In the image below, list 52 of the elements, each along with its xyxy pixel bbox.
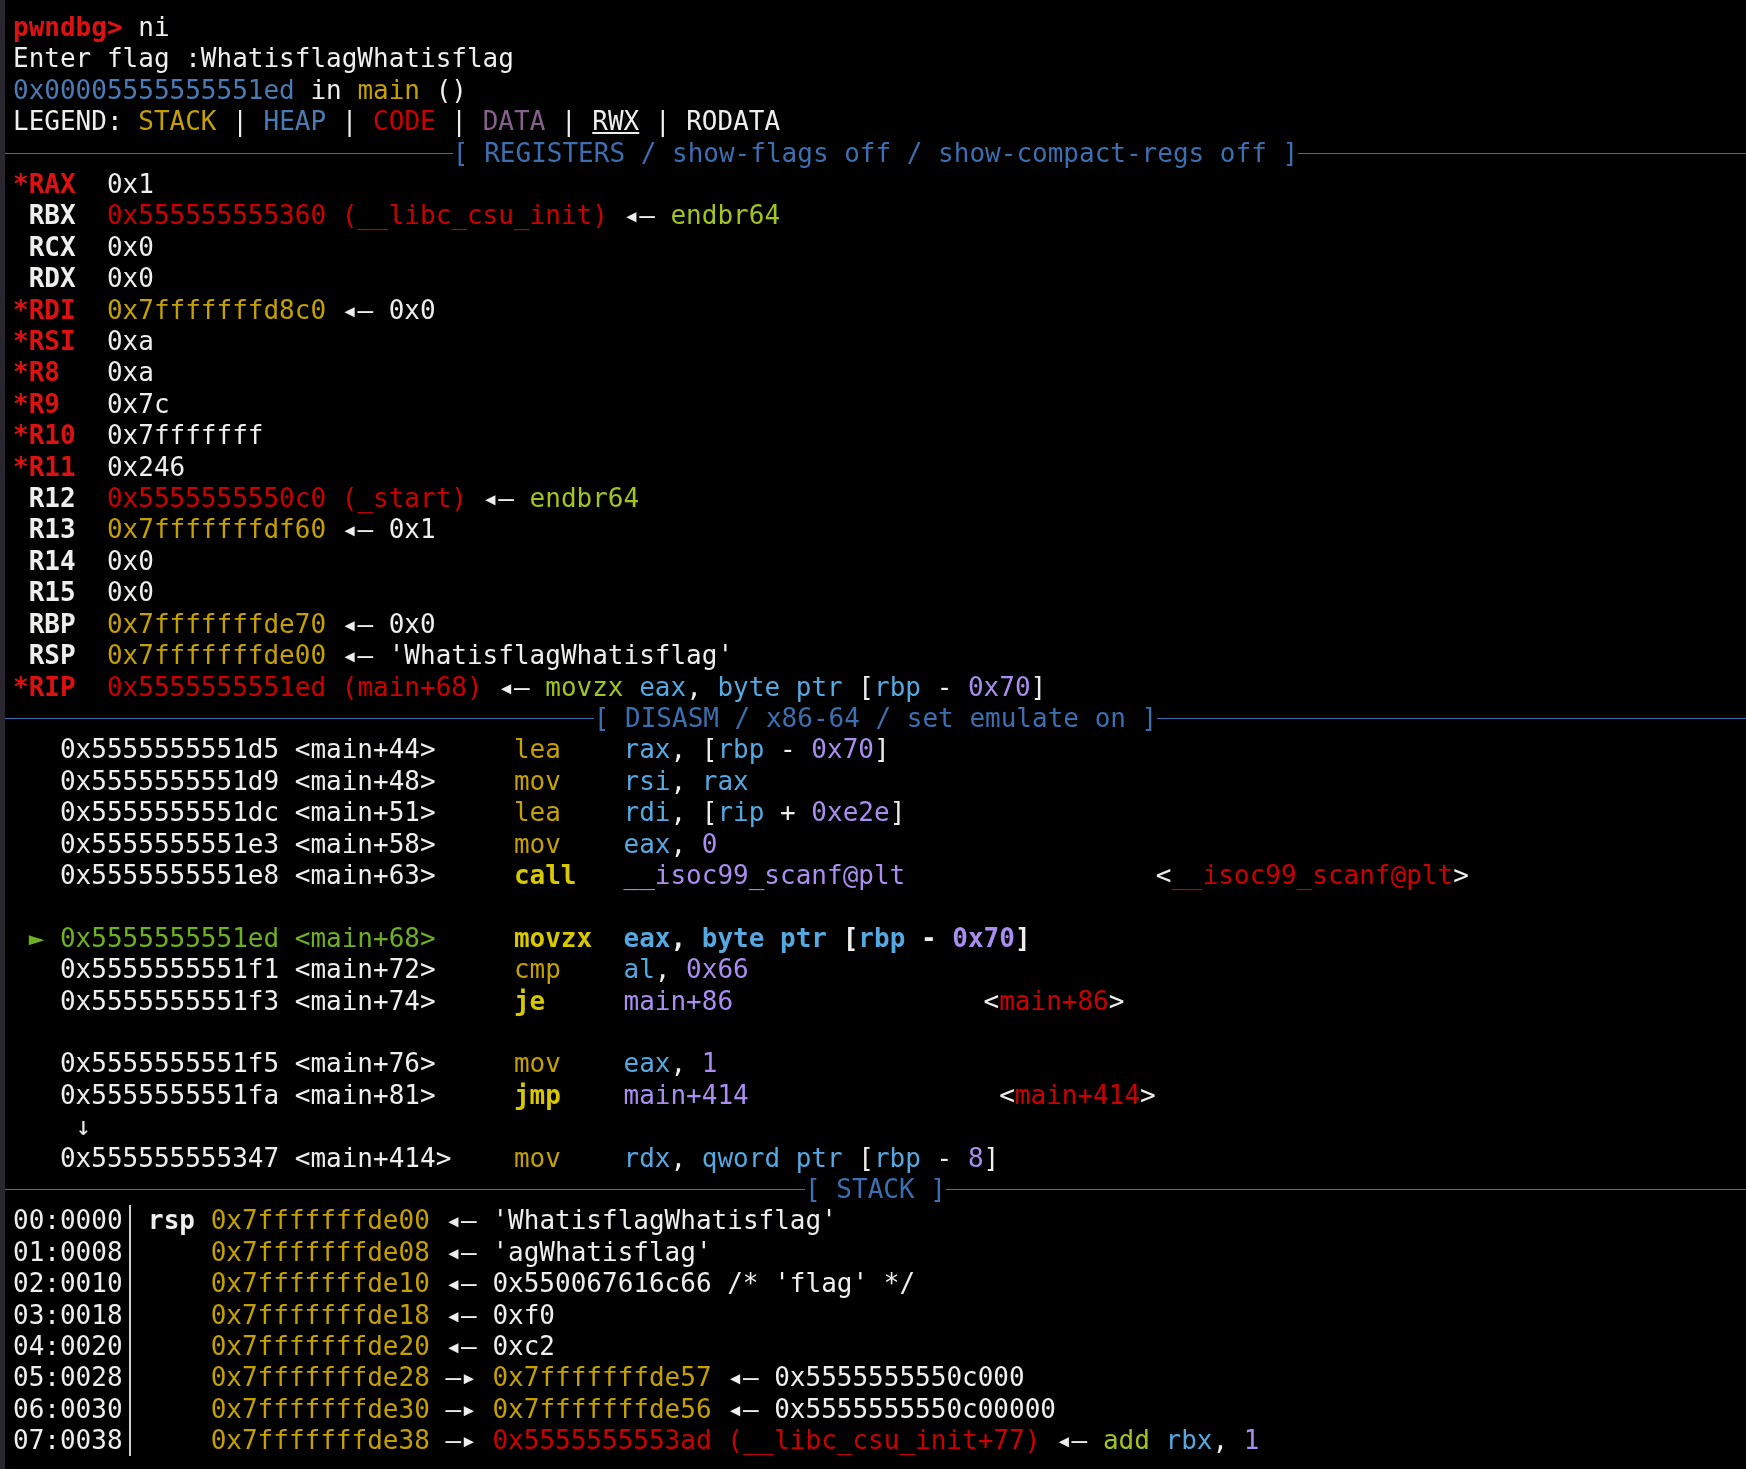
terminal-line: RDX 0x0 [27,263,154,295]
section-header: [ REGISTERS / show-flags off / show-compact-regs off ] [452,137,1299,170]
terminal-line: 0x7fffffffde30 —▸ 0x7fffffffde56 ◂— 0x5555555550c00000 [209,1393,1056,1426]
terminal-line: 0x5555555551f3 <main+74> je main+86 <main+86> [58,985,1125,1017]
terminal-line: 0x5555555551e3 <main+58> mov eax, 0 [58,828,718,860]
terminal-line: 0x5555555551fa <main+81> jmp main+414 <main+414> [58,1079,1156,1112]
terminal-line: 0x5555555551d9 <main+48> mov rsi, rax [58,765,749,798]
terminal-line: 0x7fffffffde08 ◂— 'agWhatisflag' [209,1236,712,1269]
terminal-line: 0x7fffffffde10 ◂— 0x550067616c66 /* 'flag' */ [209,1268,916,1300]
terminal-line: ↓ [74,1111,92,1143]
terminal-line: R14 0x0 [27,545,154,578]
terminal-line: 0x7fffffffde18 ◂— 0xf0 [209,1299,556,1331]
terminal-line: *R8 0xa [13,357,154,389]
terminal-line: rsp 0x7fffffffde00 ◂— 'WhatisflagWhatisflag' [147,1205,837,1237]
terminal-line: RBX 0x555555555360 (__libc_csu_init) ◂— endbr64 [27,200,781,232]
terminal-line: LEGEND: STACK | HEAP | CODE | DATA | RWX | RODATA [13,106,781,138]
terminal-line: *RSI 0xa [13,326,154,358]
terminal-line: 0x555555555347 <main+414> mov rdx, qword ptr [rbp - 8] [58,1142,1000,1174]
terminal-line: R15 0x0 [27,577,154,609]
terminal-line: R13 0x7fffffffdf60 ◂— 0x1 [27,514,436,546]
terminal-line: 0x5555555551e8 <main+63> call __isoc99_scanf@plt <__isoc99_scanf@plt> [58,859,1469,892]
terminal-line: 0x5555555551f1 <main+72> cmp al, 0x66 [58,954,749,986]
stack-offset: 03:0018 [13,1299,131,1331]
terminal-line: RBP 0x7fffffffde70 ◂— 0x0 [27,608,436,641]
terminal-line: pwndbg> ni [13,12,170,44]
terminal-line: *R11 0x246 [13,451,186,484]
terminal-line: Enter flag :WhatisflagWhatisflag [13,43,514,75]
terminal-line: *RDI 0x7fffffffd8c0 ◂— 0x0 [13,294,436,327]
stack-offset: 02:0010 [13,1268,131,1300]
section-header: [ DISASM / x86-64 / set emulate on ] [593,702,1158,735]
stack-offset: 06:0030 [13,1393,131,1426]
section-header: [ STACK ] [805,1173,946,1206]
terminal-line: *R9 0x7c [13,388,170,421]
terminal-line: 0x00005555555551ed in main () [13,74,467,107]
terminal-line: RCX 0x0 [27,231,154,264]
stack-offset: 07:0038 [13,1425,131,1457]
terminal-line: RSP 0x7fffffffde00 ◂— 'WhatisflagWhatisflag' [27,640,734,672]
stack-offset: 01:0008 [13,1236,131,1269]
terminal-line: 0x7fffffffde28 —▸ 0x7fffffffde57 ◂— 0x5555555550c000 [209,1362,1025,1394]
terminal-line: 0x7fffffffde38 —▸ 0x5555555553ad (__libc_csu_init+77) ◂— add rbx, 1 [209,1425,1260,1457]
stack-offset: 05:0028 [13,1362,131,1394]
terminal-line: *RAX 0x1 [13,169,154,201]
terminal-line: ► 0x5555555551ed <main+68> movzx eax, byte ptr [rbp - 0x70] [27,922,1031,955]
terminal-line: *RIP 0x5555555551ed (main+68) ◂— movzx eax, byte ptr [rbp - 0x70] [13,671,1047,703]
terminal-line: 0x5555555551dc <main+51> lea rdi, [rip + 0xe2e] [58,797,906,829]
stack-offset: 00:0000 [13,1205,131,1237]
stack-offset: 04:0020 [13,1330,131,1363]
terminal-line: 0x5555555551d5 <main+44> lea rax, [rbp - 0x70] [58,734,890,766]
terminal-line: R12 0x5555555550c0 (_start) ◂— endbr64 [27,483,640,515]
terminal-line: *R10 0x7fffffff [13,420,264,452]
terminal-line: 0x7fffffffde20 ◂— 0xc2 [209,1330,556,1363]
terminal-line: 0x5555555551f5 <main+76> mov eax, 1 [58,1048,718,1080]
